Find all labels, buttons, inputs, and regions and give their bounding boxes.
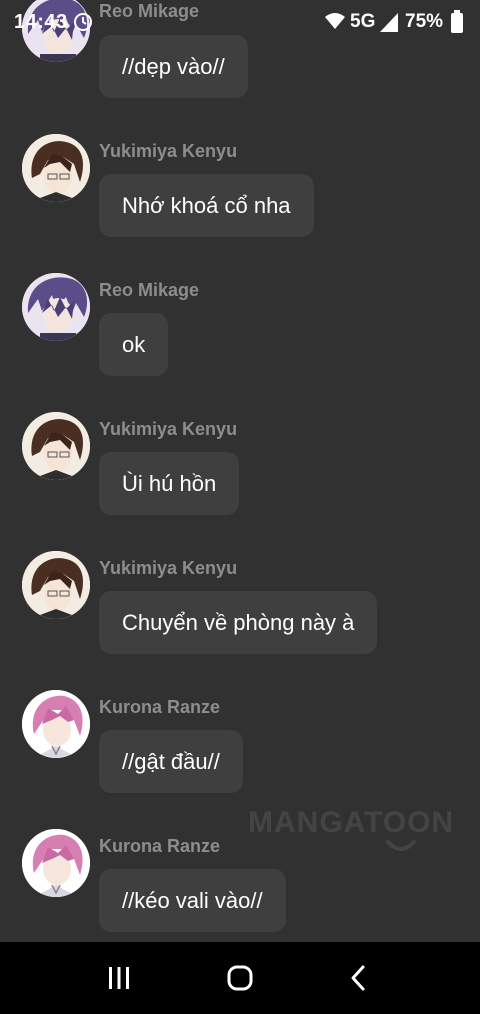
sender-name: Yukimiya Kenyu: [99, 558, 238, 578]
avatar-reo[interactable]: [22, 273, 90, 341]
navigation-bar: [0, 942, 480, 1014]
avatar-yukimiya[interactable]: [22, 134, 90, 202]
battery-icon: [451, 10, 463, 33]
chat-list[interactable]: //dẹp vào// Yukimiya Kenyu Nhớ khoá cổ n…: [0, 0, 480, 942]
avatar-yukimiya[interactable]: [22, 551, 90, 619]
alarm-icon: [74, 13, 92, 31]
sender-name: Kurona Ranze: [99, 836, 221, 856]
sender-name: Yukimiya Kenyu: [99, 419, 238, 439]
message-bubble[interactable]: Chuyển về phòng này à: [99, 591, 378, 654]
sender-name: Yukimiya Kenyu: [99, 141, 238, 161]
wifi-icon: [325, 13, 345, 29]
message-bubble[interactable]: ok: [99, 313, 169, 376]
sender-name: Reo Mikage: [99, 280, 200, 300]
avatar-yukimiya[interactable]: [22, 412, 90, 480]
message-bubble[interactable]: //dẹp vào//: [99, 35, 248, 98]
avatar-kurona[interactable]: [22, 690, 90, 758]
smile-icon: [386, 840, 416, 851]
home-icon[interactable]: [226, 964, 254, 992]
network-label: 5G: [350, 11, 376, 32]
sender-name: Kurona Ranze: [99, 697, 221, 717]
message-bubble[interactable]: //kéo vali vào//: [99, 869, 286, 932]
watermark-logo: MANGATOON: [248, 806, 458, 866]
message-bubble[interactable]: Ùi hú hồn: [99, 452, 240, 515]
recent-apps-icon[interactable]: [106, 964, 132, 992]
message-bubble[interactable]: //gật đầu//: [99, 730, 243, 793]
battery-percent: 75%: [405, 11, 444, 32]
status-time: 14:43: [14, 11, 68, 33]
status-bar: 14:43 5G 75%: [0, 0, 480, 44]
signal-icon: [380, 13, 398, 32]
back-icon[interactable]: [347, 964, 371, 992]
avatar-kurona[interactable]: [22, 829, 90, 897]
message-bubble[interactable]: Nhớ khoá cổ nha: [99, 174, 314, 237]
